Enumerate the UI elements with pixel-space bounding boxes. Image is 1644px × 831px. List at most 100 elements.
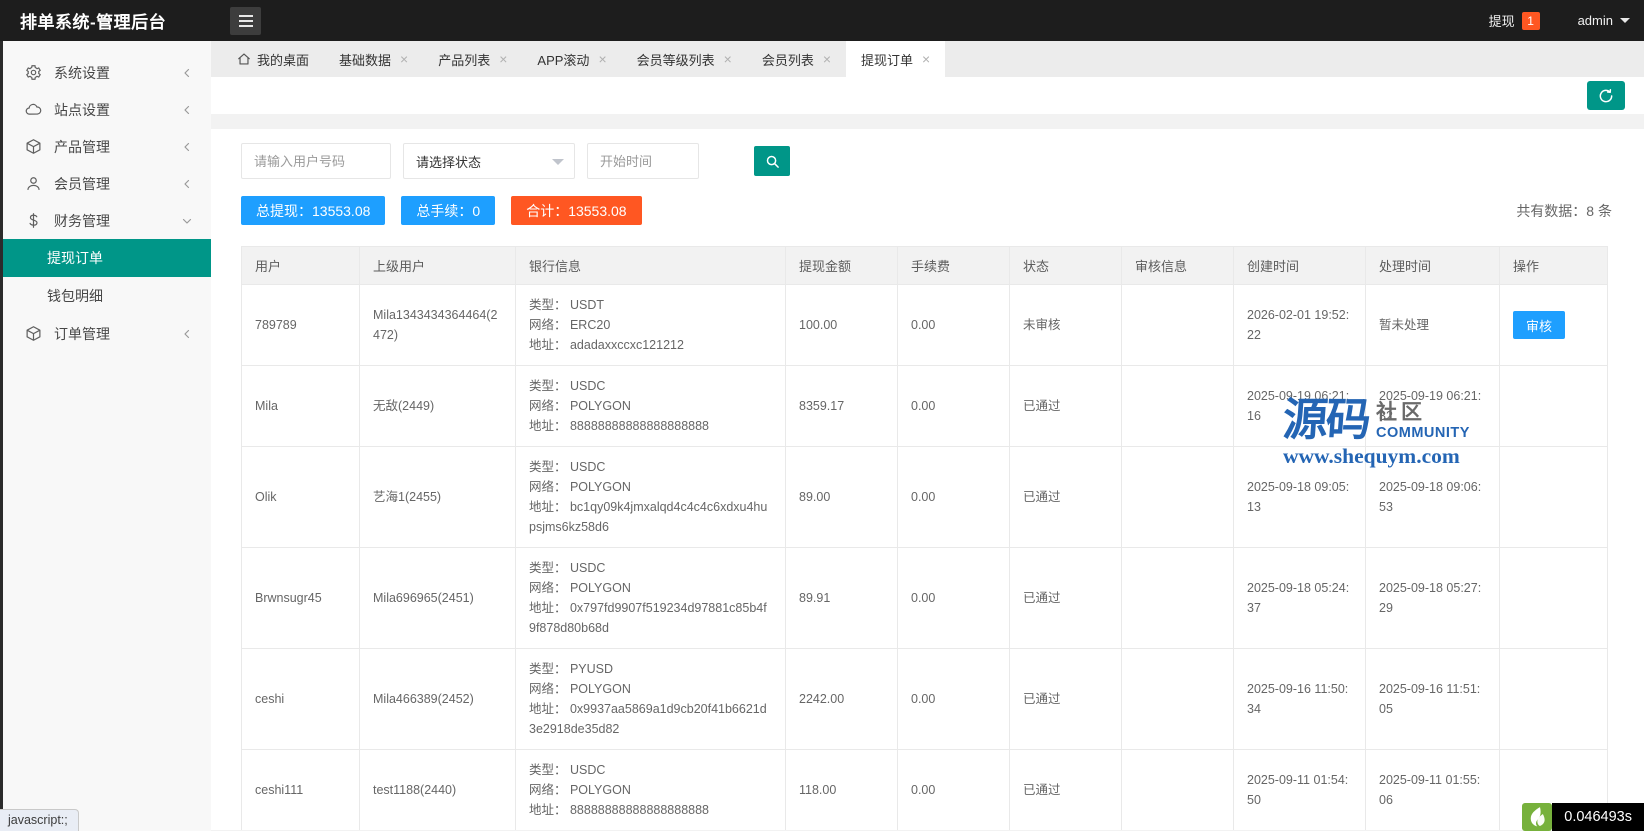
tab-withdraw-orders[interactable]: 提现订单 × (846, 41, 946, 77)
total-fee-stat[interactable]: 总手续：0 (401, 196, 496, 225)
tab-bar: 我的桌面 基础数据 × 产品列表 × APP滚动 × 会员等级列表 × 会员列表 × 提现订单 × (211, 41, 1644, 77)
trace-widget: 0.046493s (1522, 803, 1644, 831)
close-icon[interactable]: × (400, 52, 408, 66)
sidebar-item-label: 订单管理 (54, 325, 110, 342)
app-root: 排单系统-管理后台 提现 1 admin 系统设置站点设置产品管理会员管理财务管… (0, 0, 1644, 831)
tab-label: APP滚动 (537, 52, 590, 68)
cell-action (1499, 547, 1608, 649)
tab-my-desktop[interactable]: 我的桌面 (222, 41, 324, 77)
menu-toggle-button[interactable] (230, 6, 261, 35)
tab-product-list[interactable]: 产品列表 × (423, 41, 522, 77)
withdraw-orders-table: 用户 上级用户 银行信息 提现金额 手续费 状态 审核信息 创建时间 处理时间 操作 789789 M… (241, 246, 1608, 830)
search-button[interactable] (754, 146, 790, 176)
sidebar-item-label: 站点设置 (54, 101, 110, 118)
topbar-right: 提现 1 admin (1489, 11, 1644, 30)
column-header-created-time: 创建时间 (1233, 246, 1366, 285)
table-row: 789789 Mila1343434364464(2472) 类型： USDT 网络：… (241, 284, 1608, 366)
start-time-input[interactable] (587, 143, 699, 179)
column-header-status: 状态 (1009, 246, 1122, 285)
sidebar-item-product-management[interactable]: 产品管理 (3, 128, 211, 165)
cell-status: 已通过 (1009, 648, 1122, 750)
cell-created-time: 2025-09-19 06:21:16 (1233, 365, 1366, 447)
column-header-bank-info: 银行信息 (515, 246, 786, 285)
total-withdraw-stat[interactable]: 总提现：13553.08 (241, 196, 386, 225)
tab-app-scroll[interactable]: APP滚动 × (522, 41, 621, 77)
chevron-down-icon (552, 159, 564, 165)
dollar-icon (25, 212, 42, 229)
close-icon[interactable]: × (823, 52, 831, 66)
cell-fee: 0.00 (897, 365, 1010, 447)
tab-member-list[interactable]: 会员列表 × (747, 41, 846, 77)
total-sum-stat[interactable]: 合计：13553.08 (511, 196, 642, 225)
table-row: ceshi111 test1188(2440) 类型： USDC 网络： POLYGO… (241, 749, 1608, 830)
cell-parent-user: 无敌(2449) (359, 365, 516, 447)
cell-status: 未审核 (1009, 284, 1122, 366)
bank-info-line: 网络： POLYGON (529, 399, 631, 413)
cell-status: 已通过 (1009, 365, 1122, 447)
sidebar-item-order-management[interactable]: 订单管理 (3, 315, 211, 352)
cell-created-time: 2025-09-18 05:24:37 (1233, 547, 1366, 649)
sidebar-item-finance-management[interactable]: 财务管理 (3, 202, 211, 239)
close-icon[interactable]: × (499, 52, 507, 66)
cell-amount: 2242.00 (785, 648, 898, 750)
topbar-withdraw-link[interactable]: 提现 1 (1489, 11, 1540, 30)
sidebar: 系统设置站点设置产品管理会员管理财务管理 提现订单 钱包明细订单管理 (0, 41, 211, 831)
chevron-left-icon (181, 328, 193, 340)
bank-info-line: 类型： USDC (529, 379, 606, 393)
cell-fee: 0.00 (897, 284, 1010, 366)
sidebar-item-label: 会员管理 (54, 175, 110, 192)
status-bar-link-preview: javascript:; (0, 809, 79, 831)
cube-icon (25, 138, 42, 155)
tab-basic-data[interactable]: 基础数据 × (324, 41, 423, 77)
table-row: Mila 无敌(2449) 类型： USDC 网络： POLYGON 地址： 88888… (241, 365, 1608, 447)
tab-member-level-list[interactable]: 会员等级列表 × (622, 41, 747, 77)
cell-amount: 118.00 (785, 749, 898, 830)
status-select[interactable]: 请选择状态 (403, 143, 575, 179)
cell-action: 审核 (1499, 284, 1608, 366)
chevron-left-icon (181, 141, 193, 153)
thinkphp-flame-icon[interactable] (1522, 803, 1553, 831)
cell-audit-info (1121, 749, 1234, 830)
cell-user: Brwnsugr45 (241, 547, 360, 649)
close-icon[interactable]: × (598, 52, 606, 66)
search-icon (765, 154, 780, 169)
sidebar-item-site-settings[interactable]: 站点设置 (3, 91, 211, 128)
tab-label: 基础数据 (339, 52, 392, 68)
cell-fee: 0.00 (897, 749, 1010, 830)
caret-down-icon (1620, 18, 1630, 23)
cell-user: Olik (241, 446, 360, 548)
close-icon[interactable]: × (724, 52, 732, 66)
bank-info-line: 网络： POLYGON (529, 581, 631, 595)
sidebar-item-system-settings[interactable]: 系统设置 (3, 54, 211, 91)
audit-button[interactable]: 审核 (1513, 311, 1566, 339)
content-divider (211, 114, 1644, 129)
cell-parent-user: Mila696965(2451) (359, 547, 516, 649)
cell-audit-info (1121, 446, 1234, 548)
cell-bank-info: 类型： USDC 网络： POLYGON 地址： 88888888888888888… (515, 749, 786, 830)
sidebar-subitem-wallet-details[interactable]: 钱包明细 (3, 277, 211, 315)
cell-audit-info (1121, 547, 1234, 649)
table-header-row: 用户 上级用户 银行信息 提现金额 手续费 状态 审核信息 创建时间 处理时间 操作 (241, 246, 1608, 285)
column-header-parent-user: 上级用户 (359, 246, 516, 285)
bank-info-line: 类型： USDC (529, 460, 606, 474)
user-menu[interactable]: admin (1578, 13, 1630, 28)
cell-audit-info (1121, 284, 1234, 366)
bank-info-line: 网络： POLYGON (529, 682, 631, 696)
bank-info-line: 类型： USDC (529, 561, 606, 575)
username-label: admin (1577, 13, 1613, 28)
cell-created-time: 2025-09-11 01:54:50 (1233, 749, 1366, 830)
stats-row: 总提现：13553.08 总手续：0 合计：13553.08 共有数据：8 条 (241, 196, 1612, 225)
user-number-input[interactable] (241, 143, 391, 179)
status-select-value: 请选择状态 (416, 154, 482, 170)
sidebar-item-member-management[interactable]: 会员管理 (3, 165, 211, 202)
bank-info-line: 地址： 0x797fd9907f519234d97881c85b4f9f878d… (529, 601, 767, 635)
app-title: 排单系统-管理后台 (20, 13, 167, 32)
bank-info-line: 地址： adadaxxccxc121212 (529, 338, 684, 352)
bank-info-line: 类型： PYUSD (529, 662, 614, 676)
refresh-button[interactable] (1587, 81, 1625, 110)
cell-bank-info: 类型： PYUSD 网络： POLYGON 地址： 0x9937aa5869a1d9… (515, 648, 786, 750)
refresh-icon (1598, 88, 1614, 104)
sidebar-subitem-withdraw-orders[interactable]: 提现订单 (3, 239, 211, 277)
sidebar-item-label: 系统设置 (54, 64, 110, 81)
close-icon[interactable]: × (922, 52, 930, 66)
